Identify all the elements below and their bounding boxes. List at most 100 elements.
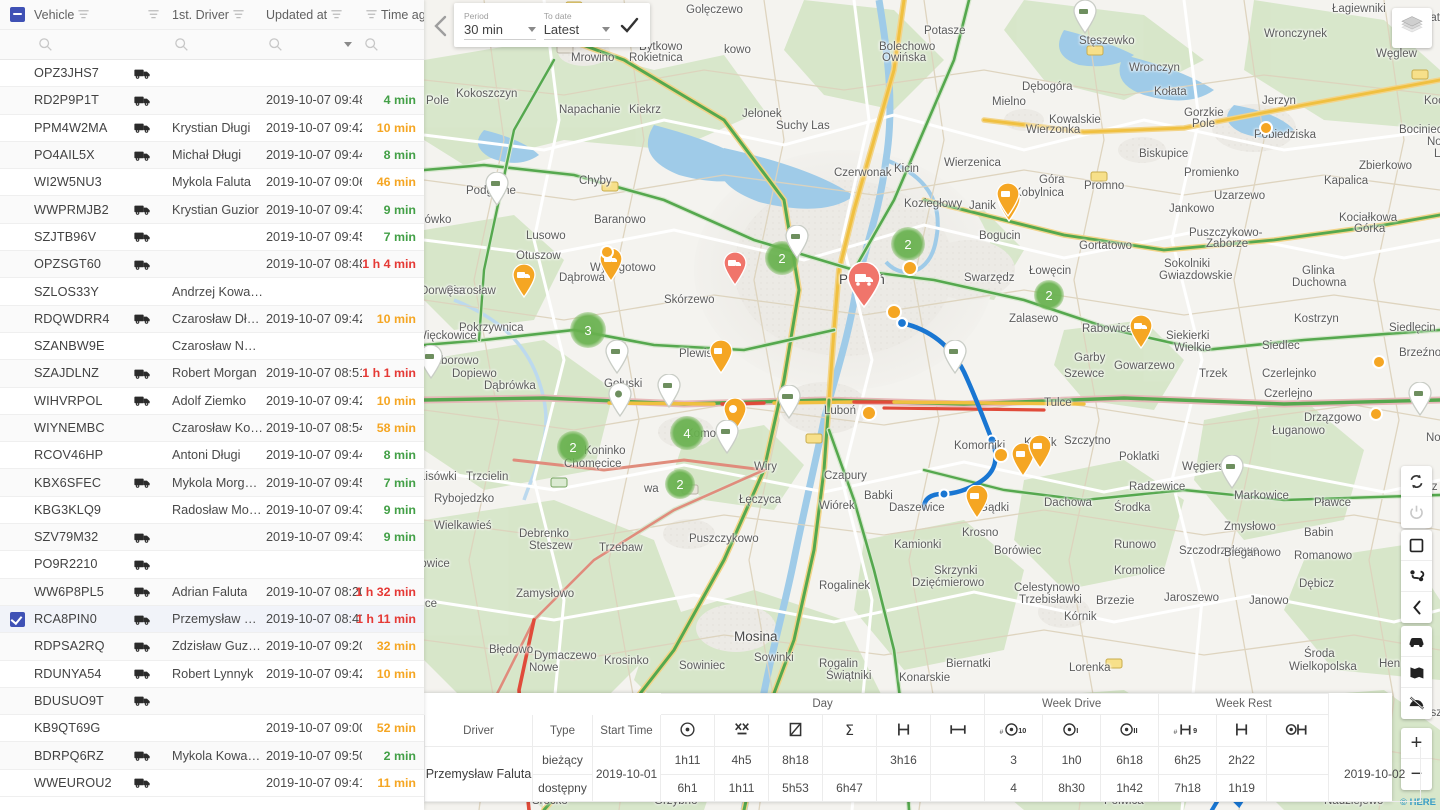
map-layers-button[interactable]	[1392, 8, 1432, 48]
table-row[interactable]: RCA8PIN0 Przemysław … 2019-10-07 08:41 1 h …	[0, 605, 424, 634]
period-toolbar[interactable]: Period 30 min To date Latest	[454, 3, 650, 47]
poi-pin-icon[interactable]	[424, 345, 444, 379]
table-row[interactable]: SZANBW9E Czarosław N…	[0, 332, 424, 361]
driver-data-row[interactable]: Przemysław Faluta bieżący dostępny 2019-…	[424, 746, 1422, 802]
header-time-ago[interactable]: Time ago	[362, 8, 424, 22]
search-icon[interactable]	[268, 37, 283, 52]
poi-pin-icon[interactable]	[1027, 435, 1053, 469]
cluster-marker[interactable]: 3	[570, 312, 606, 348]
table-row[interactable]: SZV79M32 2019-10-07 09:43 9 min	[0, 524, 424, 552]
todate-field[interactable]: To date Latest	[543, 11, 610, 40]
cluster-marker[interactable]: 2	[1034, 280, 1064, 310]
poi-pin-icon[interactable]	[511, 264, 537, 298]
power-button[interactable]	[1401, 497, 1432, 528]
map-control-group-a[interactable]	[1401, 466, 1432, 528]
select-all-checkbox[interactable]	[0, 7, 34, 22]
poi-pin-icon[interactable]	[656, 374, 682, 408]
table-row[interactable]: RD2P9P1T 2019-10-07 09:48 4 min	[0, 87, 424, 115]
map-view[interactable]: GolęczewoPotaszeŁagiewnikiLataliceWroncz…	[424, 0, 1440, 810]
row-checkbox[interactable]	[0, 611, 34, 627]
table-row[interactable]: WWPRMJB2 Krystian Guzior 2019-10-07 09:43 9…	[0, 196, 424, 224]
filter-icon[interactable]	[232, 8, 245, 21]
caret-down-icon[interactable]	[344, 42, 352, 47]
table-row[interactable]: PO4AIL5X Michał Długi 2019-10-07 09:44 8 mi…	[0, 141, 424, 170]
selected-vehicle-pin-icon[interactable]	[846, 262, 882, 308]
poi-pin-icon[interactable]	[722, 252, 748, 286]
route-icon	[1409, 570, 1424, 582]
table-row[interactable]: KBX6SFEC Mykola Morg… 2019-10-07 09:45 7 mi…	[0, 469, 424, 497]
cluster-marker[interactable]: 2	[557, 431, 589, 463]
map-style-button[interactable]	[1401, 657, 1432, 688]
table-row[interactable]: BDRPQ6RZ Mykola Kowa… 2019-10-07 09:50 2 mi…	[0, 742, 424, 770]
poi-pin-icon[interactable]	[714, 420, 740, 454]
table-row[interactable]: PO9R2210	[0, 551, 424, 579]
filter-icon[interactable]	[77, 8, 90, 21]
header-driver[interactable]: 1st. Driver	[172, 8, 266, 22]
filter-icon[interactable]	[147, 8, 160, 21]
poi-pin-icon[interactable]	[1072, 0, 1098, 34]
collapse-controls-button[interactable]	[1401, 592, 1432, 623]
route-button[interactable]	[1401, 561, 1432, 592]
cluster-marker[interactable]: 2	[665, 469, 695, 499]
poi-pin-icon[interactable]	[1128, 315, 1154, 349]
table-row[interactable]: PPM4W2MA Krystian Długi 2019-10-07 09:42 10…	[0, 114, 424, 142]
header-updated-at[interactable]: Updated at	[266, 8, 362, 22]
rest-icon-2	[1216, 714, 1268, 747]
search-icon[interactable]	[38, 37, 53, 52]
table-row[interactable]: SZJTB96V 2019-10-07 09:45 7 min	[0, 223, 424, 252]
header-vehicle-type[interactable]	[134, 8, 172, 21]
cell-driver: Czarosław Dł…	[172, 312, 266, 326]
cell-updated: 2019-10-07 08:51	[266, 366, 362, 380]
draw-rectangle-button[interactable]	[1401, 530, 1432, 561]
filter-icon[interactable]	[365, 8, 378, 21]
filter-icon[interactable]	[330, 8, 343, 21]
chevron-down-icon[interactable]	[527, 27, 536, 32]
search-updated[interactable]	[266, 37, 362, 52]
poi-pin-icon[interactable]	[1407, 382, 1433, 416]
collapse-panel-button[interactable]	[428, 12, 452, 40]
poi-pin-icon[interactable]	[964, 485, 990, 519]
table-row[interactable]: WIHVRPOL Adolf Ziemko 2019-10-07 09:42 10 m…	[0, 387, 424, 415]
search-vehicle[interactable]	[34, 37, 134, 52]
poi-pin-icon[interactable]	[776, 385, 802, 419]
chevron-down-icon[interactable]	[602, 27, 610, 32]
search-icon[interactable]	[174, 37, 189, 52]
table-row[interactable]: WIYNEMBC Czarosław Ko… 2019-10-07 08:54 58 …	[0, 414, 424, 443]
poi-pin-icon[interactable]	[484, 172, 510, 206]
table-row[interactable]: KBG3KLQ9 Radosław Mo… 2019-10-07 09:43 9 mi…	[0, 496, 424, 525]
poi-pin-icon[interactable]	[708, 340, 734, 374]
table-row[interactable]: RCOV46HP Antoni Długi 2019-10-07 09:44 8 mi…	[0, 442, 424, 470]
vehicle-rows-container[interactable]: OPZ3JHS7 RD2P9P1T 2019-10-07 09:48 4 min PPM…	[0, 60, 424, 810]
cluster-marker[interactable]: 4	[670, 416, 704, 450]
poi-pin-icon[interactable]	[942, 340, 968, 374]
table-row[interactable]: BDUSUO9T	[0, 687, 424, 716]
table-row[interactable]: KB9QT69G 2019-10-07 09:00 52 min	[0, 715, 424, 743]
poi-pin-icon[interactable]	[598, 248, 624, 282]
table-row[interactable]: SZLOS33Y Andrzej Kowa…	[0, 278, 424, 306]
refresh-button[interactable]	[1401, 466, 1432, 497]
poi-pin-icon[interactable]	[784, 225, 810, 259]
table-row[interactable]: RDQWDRR4 Czarosław Dł… 2019-10-07 09:42 10 …	[0, 305, 424, 333]
cluster-marker[interactable]: 2	[891, 227, 925, 261]
search-icon[interactable]	[364, 37, 379, 52]
search-time-ago[interactable]	[362, 37, 424, 52]
table-row[interactable]: WWEUROU2 2019-10-07 09:41 11 min	[0, 769, 424, 798]
confirm-period-button[interactable]	[618, 14, 640, 36]
vehicle-view-button[interactable]	[1401, 626, 1432, 657]
poi-pin-icon[interactable]	[995, 183, 1021, 217]
table-row[interactable]: WW6P8PL5 Adrian Faluta 2019-10-07 08:20 1 h…	[0, 578, 424, 606]
table-row[interactable]: RDUNYA54 Robert Lynnyk 2019-10-07 09:42 10 …	[0, 660, 424, 688]
map-control-group-b[interactable]	[1401, 530, 1432, 623]
table-row[interactable]: RDPSA2RQ Zdzisław Guz… 2019-10-07 09:20 32 …	[0, 633, 424, 661]
period-field[interactable]: Period 30 min	[464, 11, 536, 40]
table-row[interactable]: SZAJDLNZ Robert Morgan 2019-10-07 08:51 1 h…	[0, 360, 424, 388]
table-row[interactable]: OPZSGT60 2019-10-07 08:48 1 h 4 min	[0, 251, 424, 279]
search-driver[interactable]	[172, 37, 266, 52]
poi-pin-icon[interactable]	[604, 340, 630, 374]
poi-pin-icon[interactable]	[1219, 455, 1245, 489]
table-row[interactable]: OPZ3JHS7	[0, 60, 424, 88]
vehicle-table-search-row[interactable]	[0, 30, 424, 60]
poi-pin-icon[interactable]	[607, 383, 633, 417]
table-row[interactable]: WI2W5NU3 Mykola Faluta 2019-10-07 09:06 46 …	[0, 169, 424, 197]
header-vehicle[interactable]: Vehicle	[34, 8, 134, 22]
